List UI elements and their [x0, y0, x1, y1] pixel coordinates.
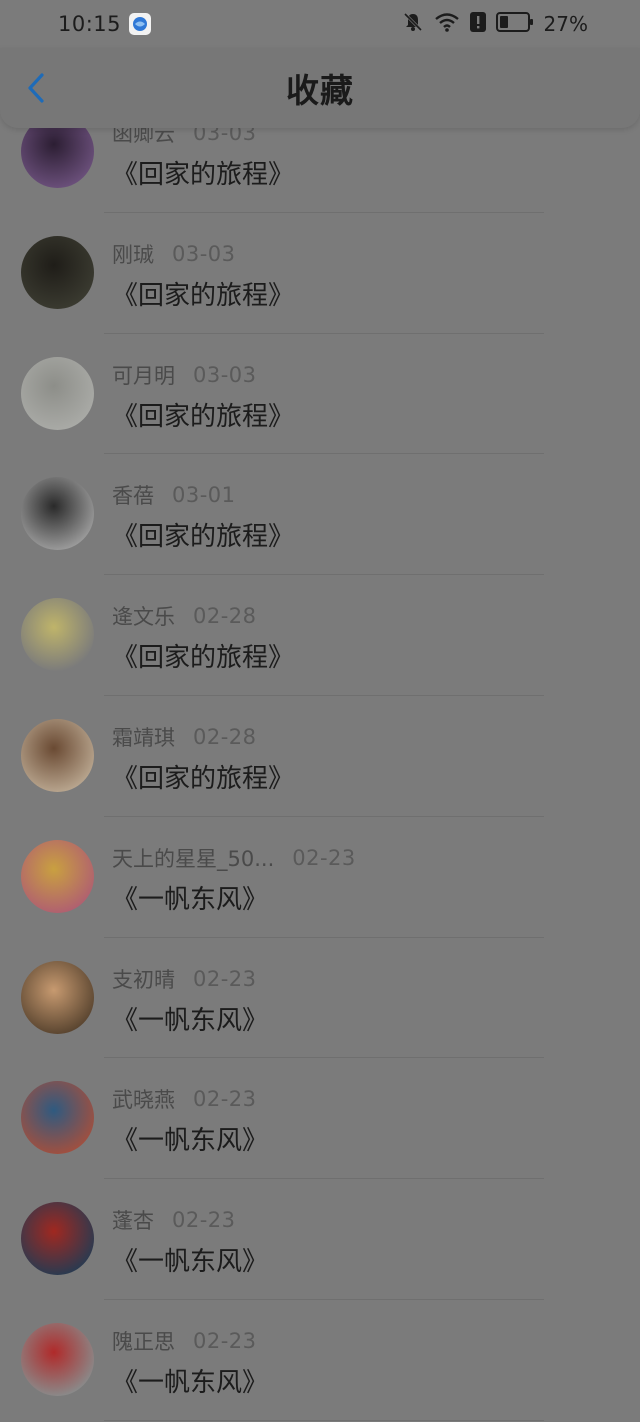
avatar[interactable]: [21, 598, 94, 672]
status-time: 10:15: [58, 12, 122, 36]
work-title: 《回家的旅程》: [112, 401, 295, 432]
favorite-item[interactable]: 刚珹 03-03 《回家的旅程》: [0, 213, 640, 334]
work-title: 《回家的旅程》: [112, 763, 295, 794]
user-name: 蓬杏: [112, 1209, 154, 1234]
item-meta: 可月明 03-03: [112, 360, 257, 390]
favorite-item[interactable]: 天上的星星_50... 02-23 《一帆东风》: [0, 817, 640, 938]
item-date: 02-23: [193, 1087, 257, 1112]
item-date: 02-28: [193, 604, 257, 629]
item-date: 03-01: [172, 483, 236, 508]
user-name: 武晓燕: [112, 1088, 175, 1113]
avatar[interactable]: [21, 960, 94, 1034]
divider: [104, 1419, 544, 1421]
favorites-list: 函卿云 03-03 《回家的旅程》 刚珹 03-03 《回家的旅程》 可月明 03-03 《回家…: [0, 92, 640, 1421]
user-name: 逄文乐: [112, 605, 175, 630]
item-meta: 天上的星星_50... 02-23: [112, 843, 356, 873]
item-meta: 武晓燕 02-23: [112, 1084, 257, 1114]
avatar[interactable]: [21, 1081, 94, 1155]
battery-percent: 27%: [543, 12, 588, 36]
item-meta: 支初晴 02-23: [112, 964, 257, 994]
status-right: 27%: [402, 11, 588, 37]
item-meta: 蓬杏 02-23: [112, 1205, 236, 1235]
favorites-screen: 10:15 27% 收藏 函卿云 03-03 《回家的旅程》 刚珹 03-03 …: [0, 0, 640, 1422]
work-title: 《一帆东风》: [112, 884, 269, 915]
item-date: 02-23: [172, 1208, 236, 1233]
wifi-icon: [434, 11, 460, 37]
favorite-item[interactable]: 蓬杏 02-23 《一帆东风》: [0, 1179, 640, 1300]
favorite-item[interactable]: 逄文乐 02-28 《回家的旅程》: [0, 575, 640, 696]
user-name: 隗正思: [112, 1329, 175, 1354]
work-title: 《一帆东风》: [112, 1005, 269, 1036]
favorite-item[interactable]: 可月明 03-03 《回家的旅程》: [0, 334, 640, 455]
item-meta: 刚珹 03-03: [112, 239, 236, 269]
avatar[interactable]: [21, 718, 94, 792]
battery-icon: [495, 11, 534, 37]
status-left: 10:15: [58, 12, 152, 36]
work-title: 《一帆东风》: [112, 1367, 269, 1398]
alert-icon: [469, 11, 486, 37]
app-header: 收藏: [0, 48, 640, 128]
favorite-item[interactable]: 香蓓 03-01 《回家的旅程》: [0, 454, 640, 576]
avatar[interactable]: [21, 1202, 94, 1276]
avatar[interactable]: [21, 477, 94, 551]
avatar[interactable]: [21, 235, 94, 309]
user-name: 霜靖琪: [112, 725, 175, 750]
item-date: 02-23: [292, 845, 356, 870]
item-date: 02-23: [193, 966, 257, 991]
item-meta: 香蓓 03-01: [112, 480, 236, 510]
user-name: 可月明: [112, 363, 175, 388]
back-button[interactable]: [18, 70, 54, 106]
item-meta: 逄文乐 02-28: [112, 601, 257, 631]
favorite-item[interactable]: 武晓燕 02-23 《一帆东风》: [0, 1058, 640, 1180]
favorite-item[interactable]: 隗正思 02-23 《一帆东风》: [0, 1300, 640, 1421]
item-date: 03-03: [193, 362, 257, 387]
item-meta: 霜靖琪 02-28: [112, 722, 257, 752]
item-meta: 隗正思 02-23: [112, 1326, 257, 1356]
chevron-left-icon: [28, 73, 44, 103]
favorite-item[interactable]: 霜靖琪 02-28 《回家的旅程》: [0, 696, 640, 817]
work-title: 《回家的旅程》: [112, 522, 295, 553]
favorite-item[interactable]: 支初晴 02-23 《一帆东风》: [0, 938, 640, 1059]
avatar[interactable]: [21, 356, 94, 430]
status-bar: 10:15 27%: [0, 0, 640, 48]
item-date: 02-28: [193, 724, 257, 749]
item-date: 02-23: [193, 1328, 257, 1353]
user-name: 支初晴: [112, 967, 175, 992]
avatar[interactable]: [21, 839, 94, 913]
avatar[interactable]: [21, 1322, 94, 1396]
work-title: 《回家的旅程》: [112, 280, 295, 311]
page-title: 收藏: [286, 71, 354, 110]
work-title: 《回家的旅程》: [112, 160, 295, 190]
user-name: 刚珹: [112, 242, 154, 267]
user-name: 天上的星星_50...: [112, 846, 275, 871]
work-title: 《回家的旅程》: [112, 643, 295, 674]
work-title: 《一帆东风》: [112, 1126, 269, 1157]
user-name: 香蓓: [112, 484, 154, 509]
work-title: 《一帆东风》: [112, 1247, 269, 1278]
app-badge-icon: [129, 13, 152, 35]
item-date: 03-03: [172, 241, 236, 266]
bell-off-icon: [402, 11, 424, 37]
